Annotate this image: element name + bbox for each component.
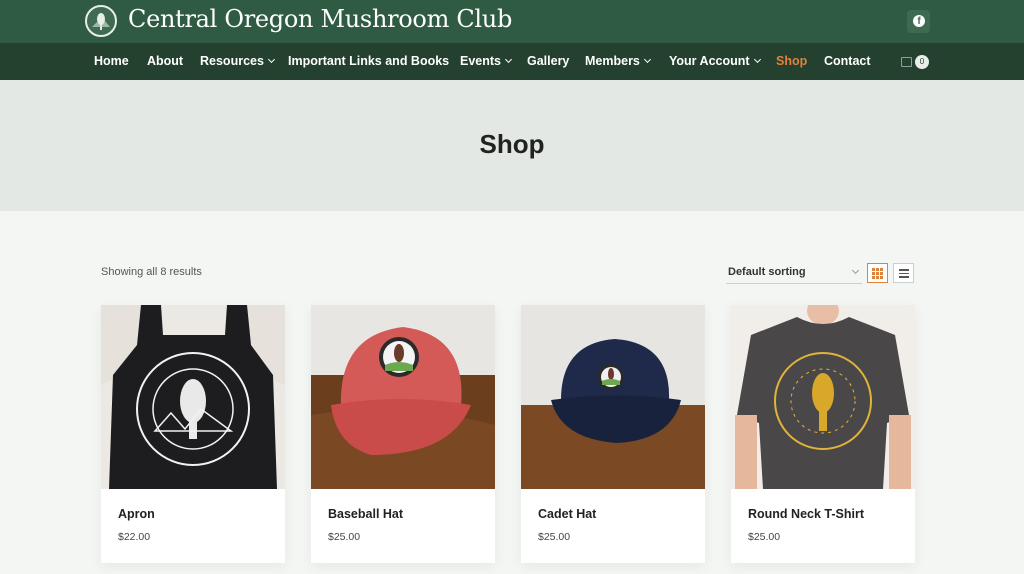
product-card-apron[interactable]: Apron $22.00 xyxy=(101,305,285,563)
shopping-bag-icon xyxy=(901,57,912,67)
nav-home[interactable]: Home xyxy=(94,54,129,68)
nav-contact[interactable]: Contact xyxy=(824,54,871,68)
chevron-down-icon xyxy=(267,55,275,64)
sort-value: Default sorting xyxy=(728,266,806,278)
product-price: $25.00 xyxy=(328,531,361,543)
main-nav: Home About Resources Important Links and… xyxy=(0,43,1024,80)
product-name[interactable]: Apron xyxy=(118,507,155,521)
product-card-baseball-hat[interactable]: Baseball Hat $25.00 xyxy=(311,305,495,563)
sort-select[interactable]: Default sorting xyxy=(726,262,862,284)
nav-your-account[interactable]: Your Account xyxy=(669,54,761,68)
nav-members[interactable]: Members xyxy=(585,54,651,68)
product-image-round-neck-t-shirt[interactable] xyxy=(731,305,915,489)
product-card-round-neck-t-shirt[interactable]: Round Neck T-Shirt $25.00 xyxy=(731,305,915,563)
nav-important-links[interactable]: Important Links and Books xyxy=(288,54,449,68)
nav-events[interactable]: Events xyxy=(460,54,513,68)
site-header: Central Oregon Mushroom Club f xyxy=(0,0,1024,43)
cart-button[interactable]: 0 xyxy=(901,55,931,69)
product-name[interactable]: Round Neck T-Shirt xyxy=(748,507,864,521)
product-name[interactable]: Baseball Hat xyxy=(328,507,403,521)
cart-count-badge: 0 xyxy=(915,55,929,69)
list-view-button[interactable] xyxy=(893,263,914,283)
nav-shop[interactable]: Shop xyxy=(776,54,807,68)
nav-gallery[interactable]: Gallery xyxy=(527,54,569,68)
chevron-down-icon xyxy=(753,55,761,64)
product-image-apron[interactable] xyxy=(101,305,285,489)
nav-resources[interactable]: Resources xyxy=(200,54,275,68)
product-price: $25.00 xyxy=(538,531,571,543)
page-hero: Shop xyxy=(0,80,1024,211)
product-image-cadet-hat[interactable] xyxy=(521,305,705,489)
product-name[interactable]: Cadet Hat xyxy=(538,507,596,521)
club-logo[interactable] xyxy=(85,5,117,37)
product-image-baseball-hat[interactable] xyxy=(311,305,495,489)
chevron-down-icon xyxy=(504,55,513,64)
product-price: $25.00 xyxy=(748,531,781,543)
page-title: Shop xyxy=(479,129,545,159)
chevron-down-icon xyxy=(643,55,651,64)
product-price: $22.00 xyxy=(118,531,151,543)
site-title[interactable]: Central Oregon Mushroom Club xyxy=(128,5,512,33)
results-count: Showing all 8 results xyxy=(101,266,202,278)
nav-about[interactable]: About xyxy=(147,54,183,68)
facebook-icon[interactable]: f xyxy=(907,10,930,33)
product-card-cadet-hat[interactable]: Cadet Hat $25.00 xyxy=(521,305,705,563)
grid-view-button[interactable] xyxy=(867,263,888,283)
chevron-down-icon xyxy=(851,266,860,275)
